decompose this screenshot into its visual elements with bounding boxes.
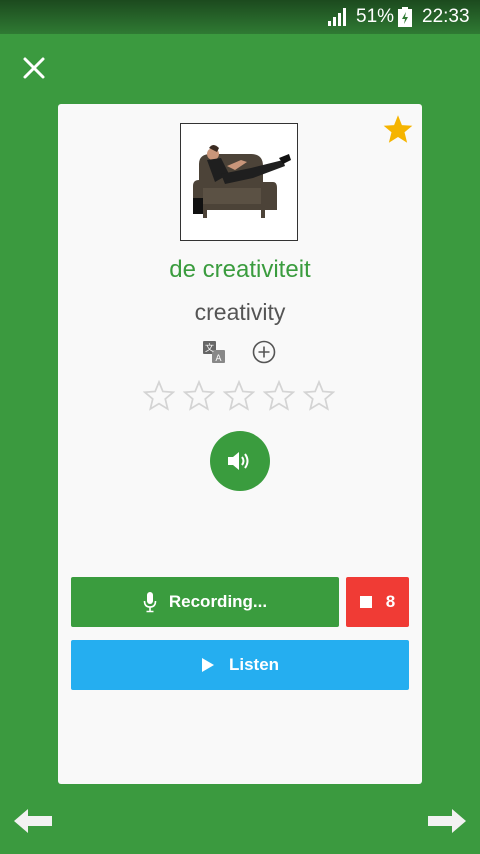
- flashcard: de creativiteit creativity 文 A Recording…: [58, 104, 422, 784]
- word-text: de creativiteit: [169, 256, 311, 283]
- battery-percent: 51%: [356, 6, 395, 27]
- svg-text:A: A: [215, 354, 222, 364]
- word-image: [180, 123, 298, 241]
- star-outline-icon[interactable]: [183, 380, 215, 412]
- stop-count: 8: [385, 592, 396, 611]
- record-button-label: Recording...: [168, 592, 268, 611]
- record-button[interactable]: Recording...: [71, 577, 339, 627]
- star-outline-icon[interactable]: [143, 380, 175, 412]
- previous-button[interactable]: [12, 806, 54, 841]
- star-outline-icon[interactable]: [223, 380, 255, 412]
- listen-button-label: Listen: [228, 655, 280, 674]
- arrow-right-icon: [428, 809, 466, 833]
- star-outline-icon[interactable]: [303, 380, 335, 412]
- microphone-icon: [143, 592, 157, 613]
- rating-stars: [143, 380, 335, 412]
- favorite-star-button[interactable]: [382, 114, 414, 149]
- add-button[interactable]: [252, 340, 276, 369]
- next-button[interactable]: [426, 806, 468, 841]
- speaker-icon: [228, 452, 249, 470]
- translation-text: creativity: [194, 299, 286, 325]
- play-icon: [201, 658, 214, 672]
- close-icon: [23, 57, 45, 79]
- arrow-left-icon: [14, 809, 52, 833]
- stop-recording-button[interactable]: 8: [346, 577, 409, 627]
- person-in-armchair-image: [181, 124, 297, 240]
- signal-icon: [328, 8, 348, 32]
- battery-icon: [398, 7, 412, 33]
- status-bar: 51% 22:33: [0, 0, 480, 34]
- listen-button[interactable]: Listen: [71, 640, 409, 690]
- translate-icon: 文 A: [203, 341, 225, 364]
- star-filled-icon: [383, 115, 413, 143]
- translate-button[interactable]: 文 A: [202, 340, 226, 369]
- clock: 22:33: [422, 6, 470, 27]
- stop-icon: [359, 596, 372, 608]
- svg-text:文: 文: [205, 342, 214, 354]
- close-button[interactable]: [20, 54, 48, 82]
- plus-circle-icon: [252, 340, 276, 364]
- star-outline-icon[interactable]: [263, 380, 295, 412]
- play-audio-button[interactable]: [210, 431, 270, 491]
